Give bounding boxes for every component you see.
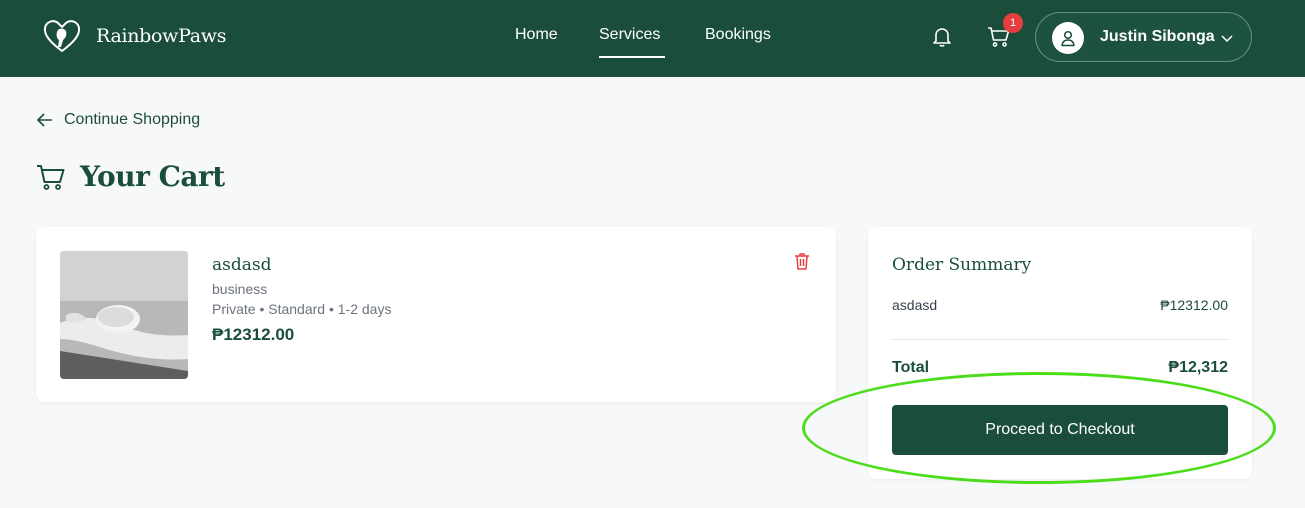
cart-item-details: Private • Standard • 1-2 days [212,301,392,317]
continue-shopping-link[interactable]: Continue Shopping [36,111,200,129]
continue-shopping-label: Continue Shopping [64,111,201,128]
user-icon [1061,30,1075,47]
total-value: ₱12,312 [1168,359,1228,376]
arrow-left-icon [37,113,52,127]
bell-icon [933,28,951,47]
page-title: Your Cart [80,160,225,193]
summary-line-item-name: asdasd [892,297,938,313]
summary-line-item-price: ₱12312.00 [1160,297,1228,313]
nav-active-indicator [599,56,665,58]
cart-item-name: asdasd [212,255,272,275]
order-summary-card: Order Summary asdasd ₱12312.00 Total ₱12… [868,227,1252,479]
total-label: Total [892,359,930,376]
notification-button[interactable] [930,25,954,49]
proceed-to-checkout-button[interactable]: Proceed to Checkout [892,405,1228,455]
top-navbar: RainbowPaws Home Services Bookings 1 Jus… [0,0,1305,77]
cart-item-card: asdasd business Private • Standard • 1-2… [36,227,836,402]
cart-item-category: business [212,281,268,297]
chevron-down-icon [1221,35,1233,43]
cart-icon [37,164,65,190]
summary-divider [892,339,1228,340]
order-summary-title: Order Summary [892,255,1032,275]
paw-heart-logo-icon [43,20,81,53]
user-name: Justin Sibonga [1100,28,1215,45]
hand-paw-photo [60,251,188,379]
nav-home[interactable]: Home [515,26,558,44]
cart-item-price: ₱12312.00 [212,325,295,344]
remove-item-button[interactable] [792,251,812,276]
cart-count-badge: 1 [1003,13,1023,33]
cart-item-image [60,251,188,379]
user-menu-button[interactable]: Justin Sibonga [1035,12,1252,62]
trash-icon [795,253,809,270]
avatar [1052,22,1084,54]
brand-logo[interactable]: RainbowPaws [42,18,227,54]
brand-name: RainbowPaws [96,25,227,47]
nav-services[interactable]: Services [599,26,660,44]
page-heading: Your Cart [36,160,225,193]
nav-bookings[interactable]: Bookings [705,26,771,44]
